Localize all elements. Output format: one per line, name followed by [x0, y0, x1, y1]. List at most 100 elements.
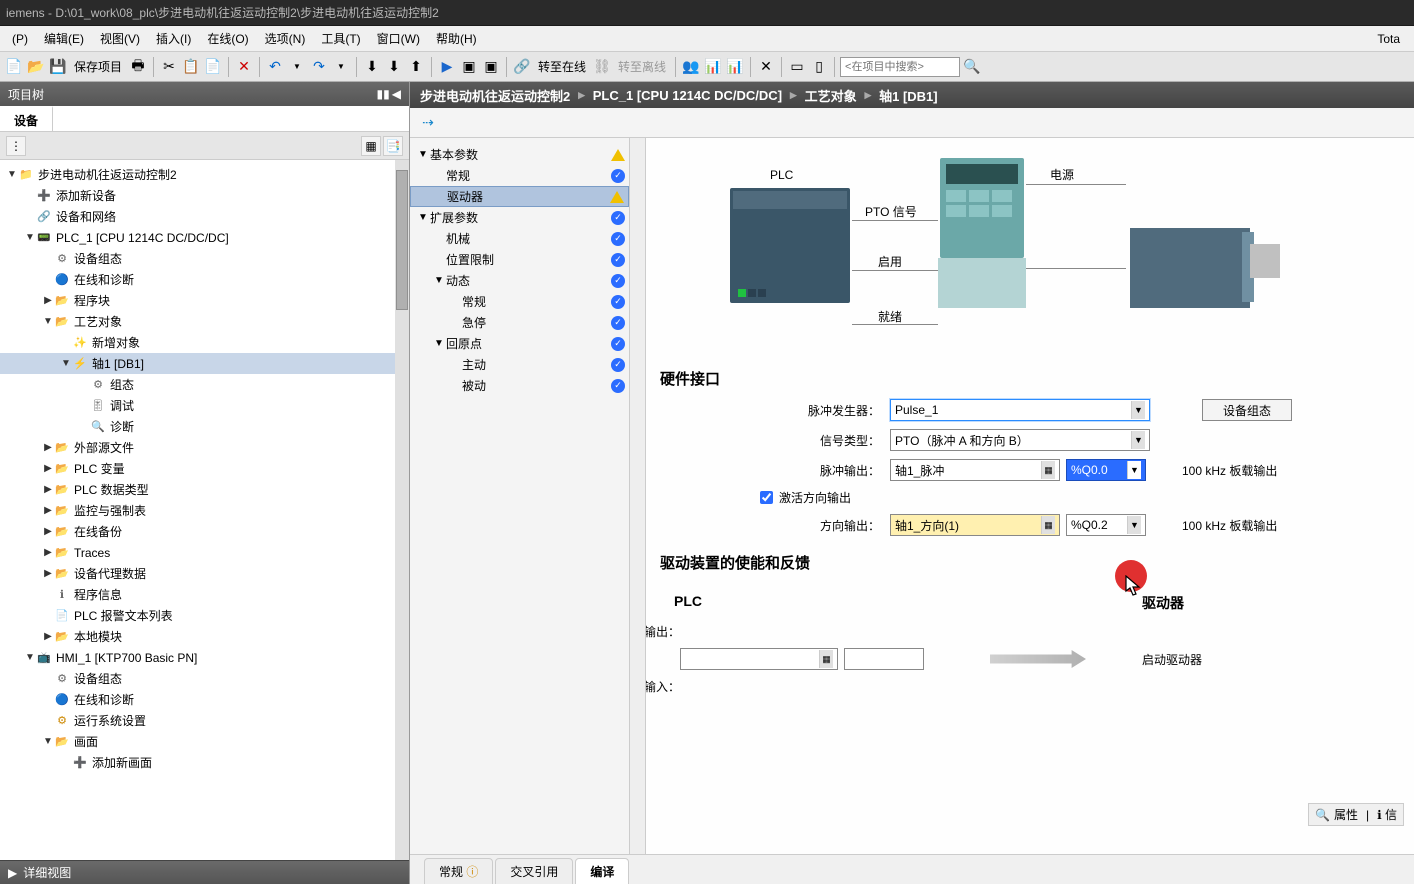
search-input[interactable] [840, 57, 960, 77]
tree-item[interactable]: ▶📂外部源文件 [0, 437, 409, 458]
delete-icon[interactable]: ✕ [234, 57, 254, 77]
tree-item[interactable]: ▶📂本地模块 [0, 626, 409, 647]
menu-view[interactable]: 视图(V) [92, 27, 148, 50]
nav-item[interactable]: 主动✓ [410, 354, 629, 375]
tree-view-icon[interactable]: ▦ [361, 136, 381, 156]
nav-item[interactable]: 常规✓ [410, 291, 629, 312]
paste-icon[interactable]: 📄 [203, 57, 223, 77]
start-icon[interactable]: ▣ [459, 57, 479, 77]
copy-icon[interactable]: 📋 [181, 57, 201, 77]
tree-item[interactable]: ▶📂监控与强制表 [0, 500, 409, 521]
nav-item[interactable]: ▼基本参数 [410, 144, 629, 165]
tree-item[interactable]: ▼⚡轴1 [DB1] [0, 353, 409, 374]
magnify-icon[interactable]: 🔍 [1315, 808, 1330, 822]
detail-view-header[interactable]: ▶详细视图 [0, 860, 409, 884]
tree-filter-icon[interactable]: ⋮ [6, 136, 26, 156]
tab-cross-ref[interactable]: 交叉引用 [495, 858, 573, 884]
tree-item[interactable]: ➕添加新设备 [0, 185, 409, 206]
device-config-button[interactable]: 设备组态 [1202, 399, 1292, 421]
nav-item[interactable]: ▼回原点✓ [410, 333, 629, 354]
nav-item[interactable]: ▼动态✓ [410, 270, 629, 291]
close-icon[interactable]: ✕ [756, 57, 776, 77]
new-icon[interactable]: 📄 [4, 57, 24, 77]
split-v-icon[interactable]: ▯ [809, 57, 829, 77]
nav-item[interactable]: ▼扩展参数✓ [410, 207, 629, 228]
pulse-out-field[interactable]: 轴1_脉冲▦ [890, 459, 1060, 481]
tree-item[interactable]: ▶📂在线备份 [0, 521, 409, 542]
tree-item[interactable]: ▶📂PLC 变量 [0, 458, 409, 479]
tree-item[interactable]: ⚙运行系统设置 [0, 710, 409, 731]
redo-drop-icon[interactable]: ▼ [331, 57, 351, 77]
tree-item[interactable]: ▼📟PLC_1 [CPU 1214C DC/DC/DC] [0, 227, 409, 248]
tab-compile[interactable]: 编译 [575, 858, 629, 884]
tree-item[interactable]: 🔍诊断 [0, 416, 409, 437]
menu-online[interactable]: 在线(O) [199, 27, 256, 50]
collapse-icon[interactable]: ▮▮ [377, 87, 390, 101]
tree-item[interactable]: ▼📁步进电动机往返运动控制2 [0, 164, 409, 185]
nav-item[interactable]: 机械✓ [410, 228, 629, 249]
tree-view2-icon[interactable]: 📑 [383, 136, 403, 156]
tree-item[interactable]: ⚙组态 [0, 374, 409, 395]
enable-out-field[interactable]: ▦ [680, 648, 838, 670]
nav-item[interactable]: 急停✓ [410, 312, 629, 333]
flow-icon[interactable]: ⇢ [418, 112, 438, 132]
tree-item[interactable]: 🔵在线和诊断 [0, 689, 409, 710]
nav-item[interactable]: 驱动器 [410, 186, 629, 207]
print-icon[interactable]: 🖶 [128, 57, 148, 77]
tree-item[interactable]: ▶📂PLC 数据类型 [0, 479, 409, 500]
graph-icon[interactable]: 📊 [703, 57, 723, 77]
acc-icon[interactable]: 👥 [681, 57, 701, 77]
tree-item[interactable]: ▶📂设备代理数据 [0, 563, 409, 584]
tree-item[interactable]: 🔗设备和网络 [0, 206, 409, 227]
undo-drop-icon[interactable]: ▼ [287, 57, 307, 77]
properties-tab[interactable]: 属性 [1334, 806, 1358, 823]
enable-addr-field[interactable] [844, 648, 924, 670]
tree-item[interactable]: ▼📺HMI_1 [KTP700 Basic PN] [0, 647, 409, 668]
tree-item[interactable]: ℹ程序信息 [0, 584, 409, 605]
online-icon[interactable]: 🔗 [512, 57, 532, 77]
tree-item[interactable]: ✨新增对象 [0, 332, 409, 353]
menu-options[interactable]: 选项(N) [257, 27, 314, 50]
cut-icon[interactable]: ✂ [159, 57, 179, 77]
info-tab[interactable]: ℹ 信 [1377, 806, 1397, 823]
save-icon[interactable]: 💾 [48, 57, 68, 77]
tree-item[interactable]: 🔵在线和诊断 [0, 269, 409, 290]
tree-item[interactable]: ▶📂Traces [0, 542, 409, 563]
tree-item[interactable]: ➕添加新画面 [0, 752, 409, 773]
signal-type-combo[interactable]: PTO（脉冲 A 和方向 B）▼ [890, 429, 1150, 451]
tab-general[interactable]: 常规 ⓘ [424, 858, 493, 884]
nav-scrollbar[interactable] [630, 138, 646, 854]
compile-icon[interactable]: ⬇ [362, 57, 382, 77]
tree-item[interactable]: ⚙设备组态 [0, 248, 409, 269]
menu-tools[interactable]: 工具(T) [313, 27, 368, 50]
open-icon[interactable]: 📂 [26, 57, 46, 77]
pulse-addr-combo[interactable]: %Q0.0▼ [1066, 459, 1146, 481]
menu-window[interactable]: 窗口(W) [369, 27, 428, 50]
tree-item[interactable]: ▼📂画面 [0, 731, 409, 752]
online-label[interactable]: 转至在线 [534, 58, 590, 75]
sim-icon[interactable]: ▶ [437, 57, 457, 77]
tree-item[interactable]: 🎚调试 [0, 395, 409, 416]
upload-icon[interactable]: ⬆ [406, 57, 426, 77]
tree-item[interactable]: ▶📂程序块 [0, 290, 409, 311]
download-icon[interactable]: ⬇ [384, 57, 404, 77]
tree-scrollbar[interactable] [395, 160, 409, 860]
menu-edit[interactable]: 编辑(E) [36, 27, 92, 50]
undo-icon[interactable]: ↶ [265, 57, 285, 77]
menu-insert[interactable]: 插入(I) [148, 27, 199, 50]
tree-item[interactable]: 📄PLC 报警文本列表 [0, 605, 409, 626]
tree-item[interactable]: ▼📂工艺对象 [0, 311, 409, 332]
nav-item[interactable]: 位置限制✓ [410, 249, 629, 270]
devices-tab[interactable]: 设备 [0, 106, 53, 133]
dir-addr-combo[interactable]: %Q0.2▼ [1066, 514, 1146, 536]
nav-item[interactable]: 被动✓ [410, 375, 629, 396]
search-go-icon[interactable]: 🔍 [962, 57, 982, 77]
activate-dir-checkbox[interactable] [760, 491, 773, 504]
split-h-icon[interactable]: ▭ [787, 57, 807, 77]
graph2-icon[interactable]: 📊 [725, 57, 745, 77]
nav-item[interactable]: 常规✓ [410, 165, 629, 186]
chevron-left-icon[interactable]: ◀ [392, 87, 401, 101]
stop-icon[interactable]: ▣ [481, 57, 501, 77]
tree-item[interactable]: ⚙设备组态 [0, 668, 409, 689]
offline-icon[interactable]: ⛓ [592, 57, 612, 77]
